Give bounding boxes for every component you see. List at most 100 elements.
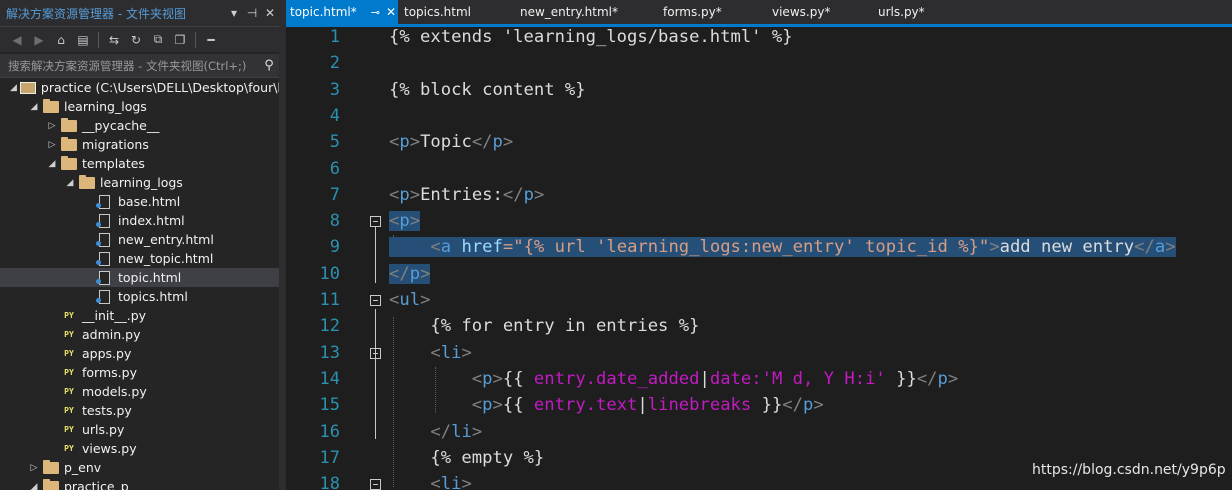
code-line: 9 <a href="{% url 'learning_logs:new_ent… [286,237,1232,263]
dropdown-icon[interactable]: ▾ [225,6,243,20]
tree-item[interactable]: PY apps.py [0,344,279,363]
sync-icon[interactable]: ⇆ [105,31,123,49]
code-token: li [440,474,462,490]
code-token: a [1154,237,1166,258]
tree-item[interactable]: ◢ practice (C:\Users\DELL\Desktop\four\l [0,78,279,97]
forward-icon[interactable]: ▶ [30,31,48,49]
search-icon[interactable]: ⚲ [259,58,279,73]
tree-item[interactable]: topics.html [0,287,279,306]
tree-item-label: index.html [118,213,185,228]
fold-toggle-icon[interactable] [370,216,381,228]
python-file-icon: PY [64,406,74,415]
close-icon[interactable]: ✕ [261,6,279,20]
code-token: > [409,211,421,232]
home-icon[interactable]: ⌂ [52,31,70,49]
code-text: <ul> [389,290,430,310]
fold-toggle-icon[interactable] [370,347,381,359]
tree-item[interactable]: PY views.py [0,439,279,458]
collapse-arrow-icon[interactable]: ◢ [64,178,76,188]
toolbar-separator [98,31,99,48]
switch-views-icon[interactable]: ▤ [74,31,92,49]
code-token: {{ [502,368,534,389]
tree-item[interactable]: new_entry.html [0,230,279,249]
code-token: }} [885,368,917,389]
tree-item[interactable]: ◢ learning_logs [0,97,279,116]
tab-label: topic.html* [290,5,357,19]
panel-splitter[interactable] [279,0,286,490]
tree-item[interactable]: index.html [0,211,279,230]
close-tab-icon[interactable]: ✕ [386,5,396,19]
code-token: > [420,263,431,284]
editor-tab[interactable]: urls.py* [878,0,925,24]
tree-item-label: forms.py [82,365,137,380]
fold-toggle-icon[interactable] [370,295,381,306]
code-text: {% extends 'learning_logs/base.html' %} [389,27,793,47]
code-token: </ [782,395,803,416]
editor-tab[interactable]: topic.html* ⊸ ✕ [286,0,398,24]
tree-item[interactable]: PY models.py [0,382,279,401]
line-number: 18 [319,474,340,490]
tree-item[interactable]: topic.html [0,268,279,287]
collapse-arrow-icon[interactable]: ◢ [28,482,40,490]
html-file-icon [96,289,110,304]
properties-icon[interactable]: ━ [202,31,220,49]
code-token: p [803,395,814,416]
python-file-icon: PY [64,330,74,339]
editor-tab[interactable]: views.py* [772,0,830,24]
editor-tab[interactable]: forms.py* [663,0,722,24]
code-text: <p>Topic</p> [389,132,513,152]
tree-item[interactable]: ▷ p_env [0,458,279,477]
line-number: 4 [329,105,340,126]
show-all-files-icon[interactable]: ❐ [171,31,189,49]
tree-item[interactable]: new_topic.html [0,249,279,268]
folder-icon [79,174,95,189]
tree-item[interactable]: PY tests.py [0,401,279,420]
code-text: </li> [389,422,482,442]
tree-item[interactable]: PY urls.py [0,420,279,439]
tree-item[interactable]: ▷ migrations [0,135,279,154]
code-text: <p> [389,211,421,232]
watermark: https://blog.csdn.net/y9p6p [1032,462,1226,478]
code-line: 3 {% block content %} [286,80,1232,106]
tree-item[interactable]: ◢ templates [0,154,279,173]
expand-arrow-icon[interactable]: ▷ [46,121,58,131]
line-number: 2 [329,53,340,74]
tree-item-label: admin.py [82,327,141,342]
fold-toggle-icon[interactable] [370,479,381,490]
back-icon[interactable]: ◀ [8,31,26,49]
refresh-icon[interactable]: ↻ [127,31,145,49]
expand-arrow-icon[interactable]: ▷ [46,140,58,150]
code-token: > [533,184,545,205]
tree-item[interactable]: ▷ __pycache__ [0,116,279,135]
tree-item[interactable]: PY forms.py [0,363,279,382]
tree-item[interactable]: PY __init__.py [0,306,279,325]
tree-item-label: new_entry.html [118,232,214,247]
tab-label: views.py* [772,5,831,19]
collapse-arrow-icon[interactable]: ◢ [28,102,40,112]
tree-item[interactable]: base.html [0,192,279,211]
code-token: < [430,342,441,363]
code-editor[interactable]: 1 {% extends 'learning_logs/base.html' %}… [286,27,1232,490]
search-input[interactable]: 搜索解决方案资源管理器 - 文件夹视图(Ctrl+;) [8,58,259,74]
collapse-arrow-icon[interactable]: ◢ [10,83,17,93]
file-tree: ◢ practice (C:\Users\DELL\Desktop\four\l ◢… [0,78,279,490]
editor-tab[interactable]: topics.html [404,0,471,24]
code-line: 11 <ul> [286,290,1232,316]
tree-item-label: topic.html [118,270,182,285]
code-line: 15 <p>{{ entry.text|linebreaks }}</p> [286,395,1232,421]
tab-label: urls.py* [878,5,925,19]
code-line: 16 </li> [286,422,1232,448]
tree-item[interactable]: ◢ learning_logs [0,173,279,192]
expand-arrow-icon[interactable]: ▷ [28,463,40,473]
code-text: </p> [389,263,431,284]
collapse-arrow-icon[interactable]: ◢ [46,159,58,169]
editor-tab[interactable]: new_entry.html* [520,0,618,24]
tree-item[interactable]: PY admin.py [0,325,279,344]
pin-tab-icon[interactable]: ⊸ [371,6,380,19]
explorer-search[interactable]: 搜索解决方案资源管理器 - 文件夹视图(Ctrl+;) ⚲ [0,54,279,78]
collapse-all-icon[interactable]: ⧉ [149,31,167,49]
tree-item[interactable]: ◢ practice_p [0,477,279,490]
pin-icon[interactable]: ⊣ [243,6,261,20]
html-file-icon [96,251,110,266]
code-token: {{ [502,395,534,416]
